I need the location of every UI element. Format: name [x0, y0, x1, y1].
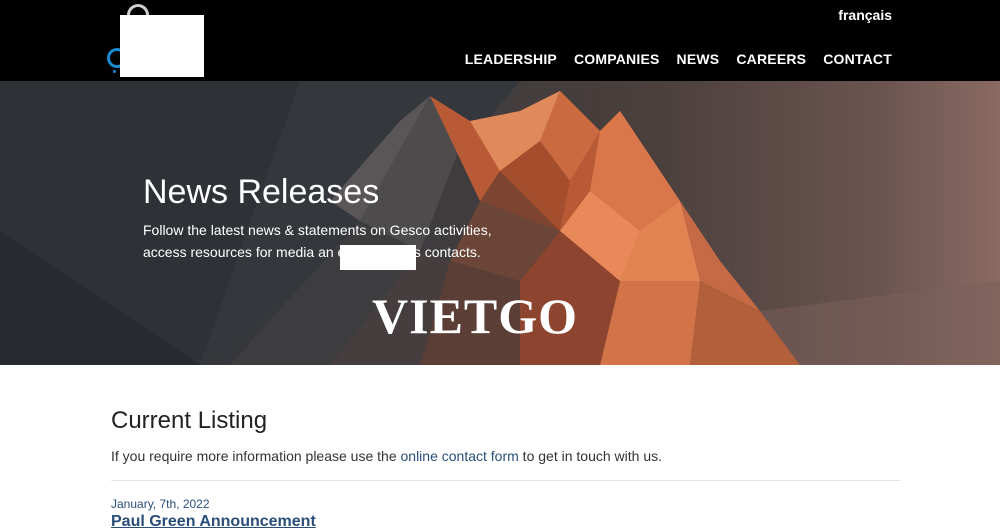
main-nav: LEADERSHIP COMPANIES NEWS CAREERS CONTAC…: [465, 51, 892, 67]
divider: [111, 480, 901, 481]
intro-text-before: If you require more information please u…: [111, 448, 401, 464]
nav-companies[interactable]: COMPANIES: [574, 51, 660, 67]
company-logo[interactable]: [107, 4, 207, 78]
logo-redaction: [120, 15, 204, 77]
site-header: français LEADERSHIP COMPANIES NEWS CAREE…: [0, 0, 1000, 81]
news-item-date: January, 7th, 2022: [111, 497, 210, 511]
text-redaction: [340, 245, 416, 270]
watermark-text: VIETGO: [372, 288, 579, 344]
nav-contact[interactable]: CONTACT: [823, 51, 892, 67]
intro-text: If you require more information please u…: [111, 448, 662, 464]
intro-text-after: to get in touch with us.: [518, 448, 662, 464]
online-contact-form-link[interactable]: online contact form: [401, 448, 519, 464]
news-item-title-link[interactable]: Paul Green Announcement: [111, 513, 316, 529]
nav-leadership[interactable]: LEADERSHIP: [465, 51, 557, 67]
nav-news[interactable]: NEWS: [677, 51, 720, 67]
logo-dot-icon: [113, 70, 116, 73]
hero-banner: News Releases Follow the latest news & s…: [0, 81, 1000, 365]
section-title: Current Listing: [111, 407, 268, 434]
nav-careers[interactable]: CAREERS: [736, 51, 806, 67]
hero-title: News Releases: [143, 173, 380, 211]
hero-description: Follow the latest news & statements on G…: [143, 220, 513, 263]
language-switch-link[interactable]: français: [838, 7, 892, 23]
